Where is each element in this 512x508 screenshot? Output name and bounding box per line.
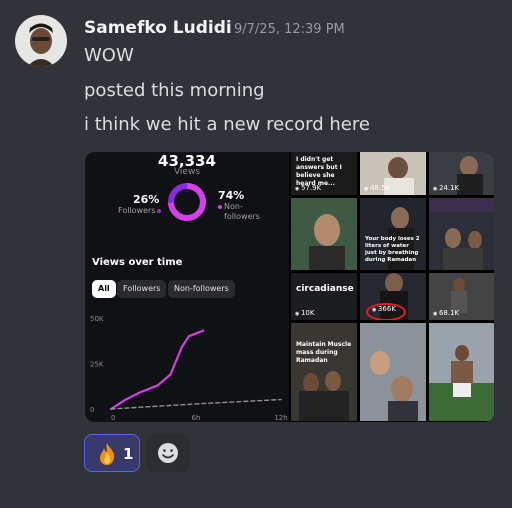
nonfollowers-label-1: Non- xyxy=(224,202,243,211)
reel-tile: 68.1K xyxy=(429,273,494,320)
filter-nonfollowers: Non-followers xyxy=(168,280,235,298)
message-line-1: WOW xyxy=(84,45,134,66)
reel-tile xyxy=(291,198,357,270)
y-tick-label: 0 xyxy=(90,406,94,414)
insights-screenshot: 43,334 Views 26% Followers 74% Non- foll… xyxy=(85,152,289,422)
reel-caption: circadianse xyxy=(296,284,354,294)
message-line-2: posted this morning xyxy=(84,80,265,101)
author-name[interactable]: Samefko Ludidi xyxy=(84,18,232,38)
nonfollowers-legend: Non- followers xyxy=(218,202,260,222)
reel-tile xyxy=(429,323,494,421)
author-avatar[interactable] xyxy=(15,15,67,67)
reel-view-count: 68.1K xyxy=(433,309,459,317)
reaction-count: 1 xyxy=(123,445,134,463)
reel-tile: 24.1K xyxy=(429,152,494,195)
audience-donut-chart xyxy=(168,183,206,221)
reel-thumbnail xyxy=(429,198,494,270)
reel-view-count: 24.1K xyxy=(433,184,459,192)
views-label: Views xyxy=(173,167,201,177)
reel-tile: circadianse 10K xyxy=(291,273,357,320)
nonfollowers-dot xyxy=(218,204,222,209)
message-line-3: i think we hit a new record here xyxy=(84,114,370,135)
reel-thumbnail xyxy=(291,198,357,270)
reel-caption: Maintain Muscle mass during Ramadan xyxy=(296,341,352,364)
nonfollowers-label-2: followers xyxy=(224,212,260,221)
followers-dot xyxy=(157,208,162,213)
x-tick-label: 0 xyxy=(111,414,115,422)
reel-tile: I didn't get answers but I believe she h… xyxy=(291,152,357,195)
x-tick-label: 6h xyxy=(192,414,201,422)
message-timestamp: 9/7/25, 12:39 PM xyxy=(234,22,345,37)
reels-grid: I didn't get answers but I believe she h… xyxy=(289,152,494,422)
nonfollowers-pct: 74% xyxy=(218,189,245,202)
fire-reaction[interactable]: 1 xyxy=(84,434,140,472)
followers-label: Followers xyxy=(118,206,156,215)
reel-tile xyxy=(360,323,426,421)
reel-view-count: 48.5K xyxy=(364,184,390,192)
views-over-time-title: Views over time xyxy=(92,257,183,268)
reel-view-count-highlighted: 366K xyxy=(372,305,396,313)
avatar-image xyxy=(15,15,67,67)
x-tick-label: 12h xyxy=(274,414,287,422)
y-tick-label: 25K xyxy=(90,361,104,369)
filter-followers: Followers xyxy=(117,280,167,298)
reel-view-count: 10K xyxy=(295,309,315,317)
series-line-0 xyxy=(109,329,205,411)
reel-tile: 48.5K xyxy=(360,152,426,195)
reel-caption: Your body loses 2 liters of water just b… xyxy=(365,236,420,263)
y-tick-label: 50K xyxy=(90,315,104,323)
followers-legend: Followers xyxy=(118,206,162,216)
reel-tile: Your body loses 2 liters of water just b… xyxy=(360,198,426,270)
reel-tile: 366K xyxy=(360,273,426,320)
smiley-icon xyxy=(158,443,178,463)
filter-all: All xyxy=(92,280,116,298)
reel-tile: Maintain Muscle mass during Ramadan xyxy=(291,323,357,421)
reel-thumbnail xyxy=(291,323,357,421)
fire-emoji-icon xyxy=(100,443,115,465)
reel-thumbnail xyxy=(360,323,426,421)
series-line-1 xyxy=(110,398,282,410)
image-attachment[interactable]: 43,334 Views 26% Followers 74% Non- foll… xyxy=(85,152,494,422)
reel-view-count: 57.9K xyxy=(295,184,321,192)
reel-thumbnail xyxy=(429,323,494,421)
followers-pct: 26% xyxy=(133,193,160,206)
add-reaction-button[interactable] xyxy=(146,434,190,472)
views-over-time-chart: 50K 25K 0 0 6h 12h xyxy=(90,315,288,422)
reel-tile xyxy=(429,198,494,270)
